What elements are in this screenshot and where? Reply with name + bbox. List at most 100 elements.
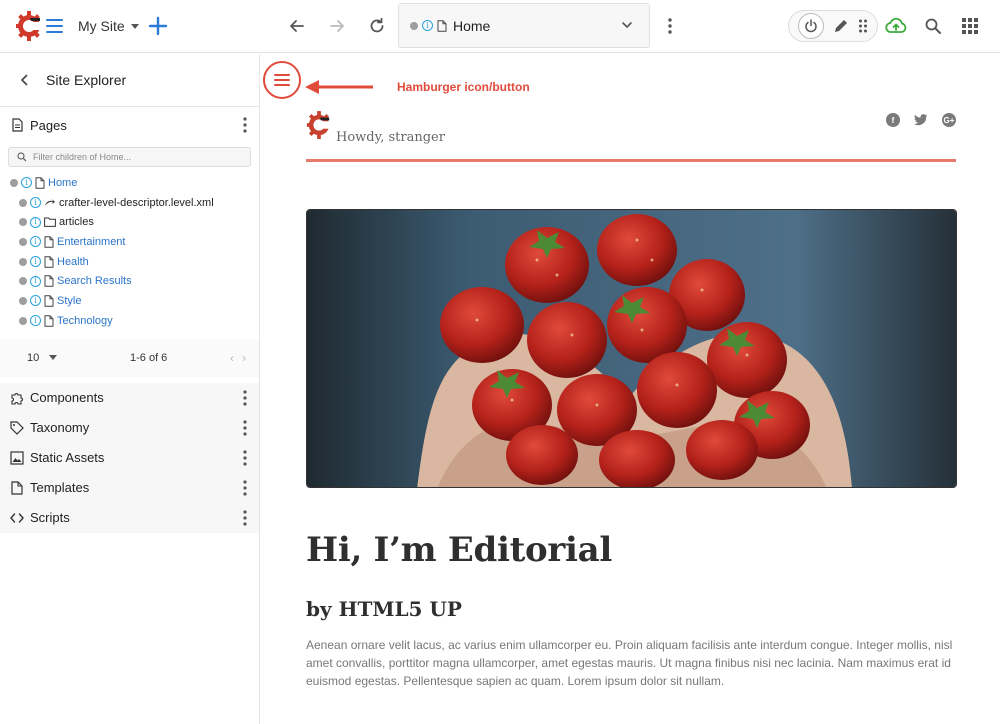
status-dot-icon (19, 198, 27, 207)
tree-item[interactable]: i Search Results (19, 271, 259, 291)
pagination-range: 1-6 of 6 (130, 351, 168, 364)
google-plus-icon[interactable]: G+ (942, 113, 956, 127)
tag-icon (10, 420, 24, 435)
annotation-arrow-icon (305, 80, 373, 94)
tree-item-label: Search Results (57, 275, 132, 288)
caret-down-icon (130, 23, 139, 29)
caret-down-icon (49, 355, 58, 360)
tree-item-label: Health (57, 255, 89, 268)
status-dot-icon (19, 296, 27, 305)
more-options-icon[interactable] (243, 419, 247, 436)
top-toolbar: My Site i Home (0, 0, 1000, 53)
menu-icon[interactable] (44, 15, 64, 37)
back-arrow-icon[interactable] (285, 14, 309, 38)
hamburger-menu-icon[interactable] (263, 61, 301, 99)
page-icon (437, 19, 447, 32)
hero-image-strawberries (306, 209, 957, 488)
filter-pages-input-wrapper (8, 147, 251, 167)
document-icon (10, 480, 24, 495)
status-dot-icon (19, 277, 27, 286)
more-options-icon[interactable] (243, 117, 247, 133)
page-size-select[interactable]: 10 (27, 352, 58, 364)
sidebar-section-components[interactable]: Components (0, 382, 259, 413)
annotation-label: Hamburger icon/button (397, 80, 530, 94)
sidebar-section-scripts[interactable]: Scripts (0, 502, 259, 533)
info-icon: i (422, 20, 433, 31)
sidebar-section-templates[interactable]: Templates (0, 472, 259, 503)
forward-arrow-icon[interactable] (325, 14, 349, 38)
tree-item-label: Entertainment (57, 235, 126, 248)
image-icon (10, 450, 24, 465)
section-label: Static Assets (30, 450, 105, 465)
power-icon[interactable] (797, 13, 824, 39)
site-switcher[interactable]: My Site (78, 16, 139, 36)
pencil-icon[interactable] (833, 18, 849, 34)
tree-item[interactable]: i Health (19, 252, 259, 272)
section-label: Scripts (30, 510, 70, 525)
twitter-icon[interactable] (914, 113, 928, 127)
status-dot-icon (19, 237, 27, 246)
site-logo-icon[interactable] (306, 110, 332, 140)
tree-item[interactable]: i articles (19, 212, 259, 232)
tree-item[interactable]: i Technology (19, 311, 259, 331)
pages-label: Pages (30, 117, 67, 133)
code-icon (10, 511, 24, 525)
refresh-icon[interactable] (365, 14, 389, 38)
page-icon (44, 255, 54, 268)
tree-item-label: Home (48, 176, 78, 189)
folder-icon (44, 217, 56, 228)
info-icon: i (21, 177, 32, 189)
more-options-icon[interactable] (243, 509, 247, 526)
level-descriptor-icon (44, 198, 56, 208)
facebook-icon[interactable]: f (886, 113, 900, 127)
more-options-icon[interactable] (243, 449, 247, 466)
tree-item[interactable]: i crafter-level-descriptor.level.xml (19, 193, 259, 213)
more-options-icon[interactable] (243, 389, 247, 406)
site-preview: Hamburger icon/button Howdy, stranger f … (261, 54, 1000, 724)
page-icon (35, 177, 45, 189)
site-header: Howdy, stranger f G+ (306, 110, 956, 162)
previous-page-icon[interactable]: ‹ (230, 351, 234, 365)
page-icon (44, 314, 54, 327)
search-icon (17, 152, 27, 162)
info-icon: i (30, 315, 41, 327)
more-options-icon[interactable] (660, 14, 680, 38)
tree-item[interactable]: i Style (19, 291, 259, 311)
page-icon (44, 295, 54, 307)
pages-tree: i Home i crafter-level-descriptor.level.x… (0, 173, 259, 331)
info-icon: i (30, 216, 41, 228)
sidebar-section-taxonomy[interactable]: Taxonomy (0, 412, 259, 443)
sidebar-section-static-assets[interactable]: Static Assets (0, 442, 259, 473)
chevron-down-icon[interactable] (621, 19, 633, 31)
crafter-logo-icon[interactable] (15, 10, 43, 42)
edit-mode-toolbar (788, 10, 878, 42)
pages-section-header[interactable]: Pages (0, 110, 259, 140)
tree-item-home[interactable]: i Home (10, 173, 259, 193)
tree-item-label: crafter-level-descriptor.level.xml (59, 196, 214, 209)
tree-item[interactable]: i Entertainment (19, 232, 259, 252)
section-label: Taxonomy (30, 420, 90, 435)
page-icon (44, 236, 54, 248)
site-name: My Site (78, 18, 125, 34)
site-explorer-sidebar: Site Explorer Pages i Home i crafter-leve… (0, 54, 260, 724)
search-icon[interactable] (921, 14, 945, 38)
drag-handle-icon[interactable] (858, 18, 868, 34)
filter-pages-input[interactable] (33, 152, 250, 162)
intro-paragraph: Aenean ornare velit lacus, ac varius eni… (306, 638, 953, 688)
tree-item-label: Style (57, 294, 82, 307)
info-icon: i (30, 256, 41, 268)
sidebar-header: Site Explorer (0, 54, 259, 107)
next-page-icon[interactable]: › (242, 351, 246, 365)
cloud-upload-icon[interactable] (884, 14, 908, 38)
add-icon[interactable] (146, 14, 170, 38)
address-bar[interactable]: i Home (398, 3, 650, 48)
section-label: Components (30, 390, 104, 405)
back-chevron-icon[interactable] (20, 73, 34, 87)
greeting: Howdy, stranger (336, 130, 445, 145)
more-options-icon[interactable] (243, 479, 247, 496)
page-icon (10, 118, 24, 132)
sidebar-title: Site Explorer (46, 72, 127, 88)
tree-item-label: Technology (57, 314, 113, 327)
page-icon (44, 275, 54, 287)
apps-grid-icon[interactable] (958, 14, 982, 38)
